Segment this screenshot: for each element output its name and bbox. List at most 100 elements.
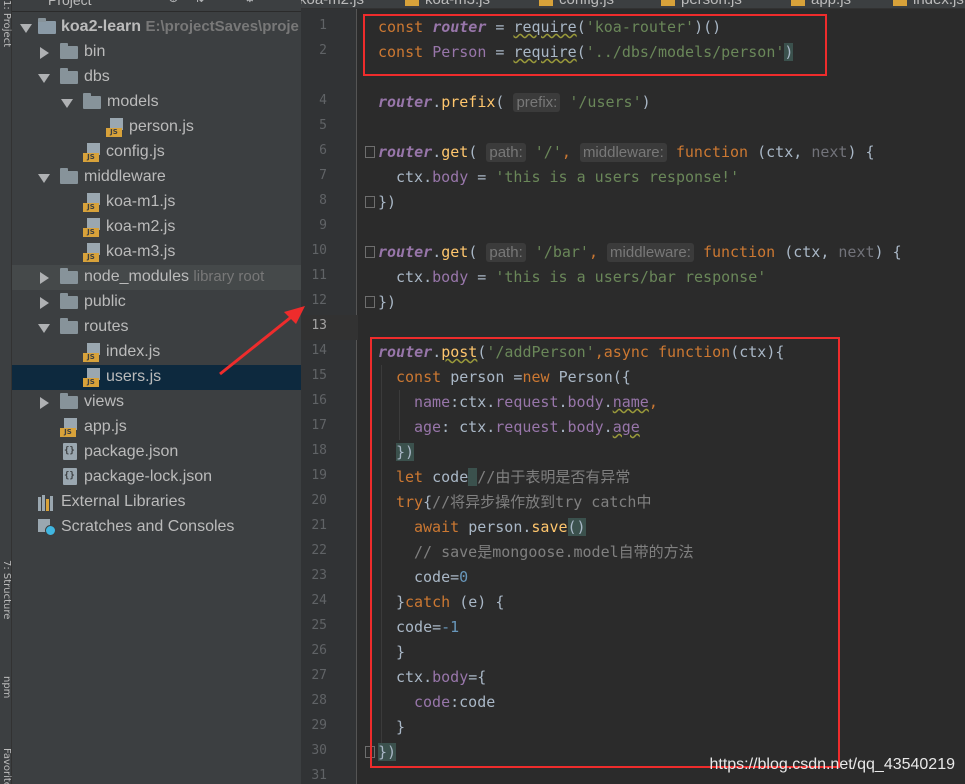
line-number: 20: [311, 493, 327, 508]
tree-item-label: app.js: [84, 418, 127, 435]
tree-item-public[interactable]: public: [12, 290, 301, 315]
tree-item-label: config.js: [106, 143, 165, 160]
structure-tool-button[interactable]: 7: Structure: [0, 560, 12, 640]
tab-koa-m2[interactable]: koa-m2.js: [301, 0, 364, 8]
line-number: 15: [311, 368, 327, 383]
fold-marker-icon[interactable]: [365, 146, 375, 158]
tab-config[interactable]: config.js: [539, 0, 614, 8]
tree-item-koa2-learn[interactable]: koa2-learn E:\projectSaves\proje: [12, 15, 301, 40]
tree-item-users-js[interactable]: JS users.js: [12, 365, 301, 390]
tab-person[interactable]: person.js: [661, 0, 742, 8]
param-hint: path:: [486, 243, 526, 262]
token: (: [468, 243, 487, 261]
tree-item-node-modules[interactable]: node_modules library root: [12, 265, 301, 290]
tree-item-app-js[interactable]: JS app.js: [12, 415, 301, 440]
tree-item-scratches[interactable]: Scratches and Consoles: [12, 515, 301, 540]
tree-item-label: package-lock.json: [84, 468, 213, 485]
tab-app[interactable]: app.js: [791, 0, 851, 8]
line-number: 22: [311, 543, 327, 558]
code-line-11: ctx.body = 'this is a users/bar response…: [396, 265, 766, 290]
tree-item-koa-m2-js[interactable]: JS koa-m2.js: [12, 215, 301, 240]
line-number: 7: [319, 168, 327, 183]
tree-item-config-js[interactable]: JS config.js: [12, 140, 301, 165]
tree-item-label: koa2-learn: [61, 18, 142, 35]
chevron-down-icon[interactable]: [38, 324, 50, 333]
tree-item-index-js[interactable]: JS index.js: [12, 340, 301, 365]
tree-item-routes[interactable]: routes: [12, 315, 301, 340]
library-icon: [38, 495, 56, 511]
chevron-right-icon[interactable]: [40, 47, 49, 59]
js-file-icon: [405, 0, 419, 6]
tree-item-label: External Libraries: [61, 493, 186, 510]
line-number: 21: [311, 518, 327, 533]
locate-icon[interactable]: ⊕: [168, 0, 179, 6]
chevron-down-icon[interactable]: [38, 174, 50, 183]
tree-item-label: koa-m3.js: [106, 243, 176, 260]
annotation-box-imports: [363, 14, 827, 76]
tab-koa-m3[interactable]: koa-m3.js: [405, 0, 490, 8]
collapse-icon[interactable]: ⇅: [194, 0, 205, 6]
tree-item-label: Scratches and Consoles: [61, 518, 235, 535]
token: function: [675, 143, 758, 161]
code-line-12: }): [378, 290, 396, 315]
fold-marker-icon[interactable]: [365, 246, 375, 258]
project-pane: Project ⊕ ⇅ ⚙ koa2-learn E:\projectSaves…: [12, 0, 301, 784]
line-number: 4: [319, 93, 327, 108]
favorites-tool-button[interactable]: Favorites: [0, 748, 12, 784]
chevron-down-icon[interactable]: [20, 24, 32, 33]
token: .: [432, 243, 442, 261]
code-line-6: router.get( path: '/', middleware: funct…: [378, 140, 875, 165]
token: (ctx,: [784, 243, 839, 261]
line-number: 14: [311, 343, 327, 358]
settings-icon[interactable]: ⚙: [244, 0, 256, 6]
tree-item-label: views: [84, 393, 125, 410]
js-file-icon: [661, 0, 675, 6]
folder-icon: [60, 393, 78, 409]
library-root-hint: library root: [193, 268, 265, 285]
token: get: [441, 143, 469, 161]
editor-tab-bar: koa-m2.js koa-m3.js config.js person.js …: [301, 0, 965, 9]
fold-marker-icon[interactable]: [365, 296, 375, 308]
line-number: 18: [311, 443, 327, 458]
tab-index[interactable]: index.js: [893, 0, 964, 8]
chevron-down-icon[interactable]: [38, 74, 50, 83]
line-number: 6: [319, 143, 327, 158]
tree-item-label: middleware: [84, 168, 166, 185]
line-number: 5: [319, 118, 327, 133]
folder-icon: [60, 268, 78, 284]
token: body: [432, 268, 469, 286]
chevron-right-icon[interactable]: [40, 297, 49, 309]
tree-item-package-lock-json[interactable]: {} package-lock.json: [12, 465, 301, 490]
tree-item-views[interactable]: views: [12, 390, 301, 415]
tree-item-middleware[interactable]: middleware: [12, 165, 301, 190]
tab-label: config.js: [559, 0, 614, 8]
tree-item-person-js[interactable]: JS person.js: [12, 115, 301, 140]
tree-item-package-json[interactable]: {} package.json: [12, 440, 301, 465]
tree-item-label: routes: [84, 318, 129, 335]
chevron-right-icon[interactable]: [40, 272, 49, 284]
tree-item-label: models: [107, 93, 159, 110]
token: prefix: [441, 93, 496, 111]
code-line-4: router.prefix( prefix: '/users'): [378, 90, 651, 115]
folder-icon: [60, 293, 78, 309]
token: ,: [561, 143, 580, 161]
tree-item-bin[interactable]: bin: [12, 40, 301, 65]
fold-marker-icon[interactable]: [365, 196, 375, 208]
project-pane-title[interactable]: Project: [48, 0, 92, 8]
token: 'this is a users/bar response': [495, 268, 767, 286]
tree-item-models[interactable]: models: [12, 90, 301, 115]
tree-item-external-libraries[interactable]: External Libraries: [12, 490, 301, 515]
module-folder-icon: [38, 18, 56, 34]
tree-item-koa-m1-js[interactable]: JS koa-m1.js: [12, 190, 301, 215]
project-tool-button[interactable]: 1: Project: [0, 0, 12, 60]
chevron-right-icon[interactable]: [40, 397, 49, 409]
tab-label: index.js: [913, 0, 964, 8]
tree-item-label: users.js: [106, 368, 162, 385]
line-number: 29: [311, 718, 327, 733]
npm-tool-button[interactable]: npm: [0, 676, 12, 716]
chevron-down-icon[interactable]: [61, 99, 73, 108]
token: ) {: [874, 243, 902, 261]
tree-item-dbs[interactable]: dbs: [12, 65, 301, 90]
tree-item-koa-m3-js[interactable]: JS koa-m3.js: [12, 240, 301, 265]
tree-item-label: dbs: [84, 68, 110, 85]
